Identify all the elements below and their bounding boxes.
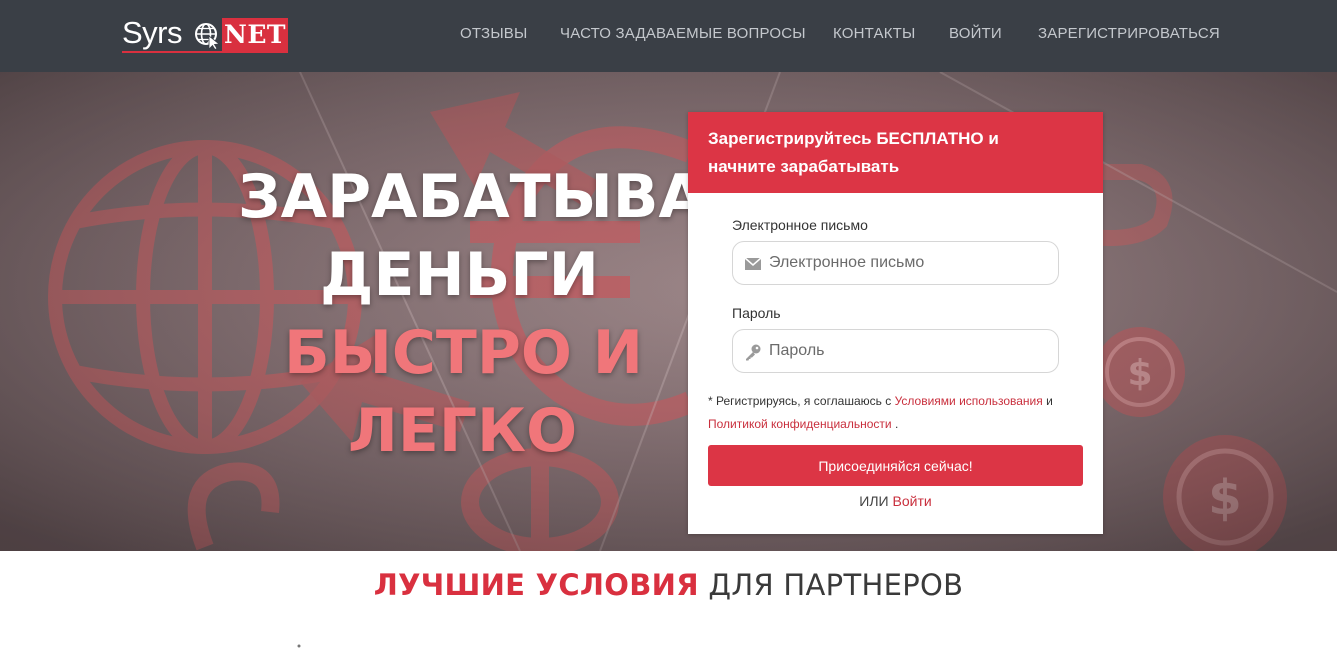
email-label: Электронное письмо xyxy=(732,217,868,233)
hero-headline: ЗАРАБАТЫВАЙ ДЕНЬГИ БЫСТРО И ЛЕГКО xyxy=(238,158,756,470)
hero-line-3: БЫСТРО И xyxy=(284,318,643,388)
hero-line-2: ДЕНЬГИ xyxy=(320,240,599,310)
hero-banner: $ $ ЗАРАБАТЫВАЙ ДЕНЬГИ БЫСТРО И ЛЕГКО xyxy=(0,72,1337,551)
top-navbar: Syrs NET ОТЗЫВЫ ЧАСТО ЗАДАВАЕМЫЕ ВОПРОСЫ… xyxy=(0,0,1337,72)
section-title-accent: ЛУЧШИЕ УСЛОВИЯ xyxy=(373,568,699,602)
nav-item-register[interactable]: ЗАРЕГИСТРИРОВАТЬСЯ xyxy=(1038,25,1220,42)
terms-prefix: * Регистрируясь, я соглашаюсь с xyxy=(708,394,892,408)
password-label: Пароль xyxy=(732,305,781,321)
terms-of-use-link[interactable]: Условиями использования xyxy=(895,394,1043,408)
section-title-rest: ДЛЯ ПАРТНЕРОВ xyxy=(708,568,964,602)
nav-item-reviews[interactable]: ОТЗЫВЫ xyxy=(460,25,527,42)
join-now-button[interactable]: Присоединяйся сейчас! xyxy=(708,445,1083,486)
email-input[interactable] xyxy=(769,242,1049,284)
nav-item-faq[interactable]: ЧАСТО ЗАДАВАЕМЫЕ ВОПРОСЫ xyxy=(560,25,806,42)
hero-line-1: ЗАРАБАТЫВАЙ xyxy=(238,162,756,232)
hero-line-4: ЛЕГКО xyxy=(348,396,578,466)
or-text: ИЛИ xyxy=(859,493,889,509)
nav-item-contacts[interactable]: КОНТАКТЫ xyxy=(833,25,916,42)
signup-card-header: Зарегистрируйтесь БЕСПЛАТНО и начните за… xyxy=(688,112,1103,193)
password-field[interactable] xyxy=(732,329,1059,373)
decorative-mark xyxy=(297,644,301,648)
terms-and: и xyxy=(1046,394,1053,408)
terms-suffix: . xyxy=(894,417,899,431)
signup-heading-line-1: Зарегистрируйтесь БЕСПЛАТНО и xyxy=(708,129,999,148)
terms-text: * Регистрируясь, я соглашаюсь с Условиям… xyxy=(708,390,1088,436)
privacy-policy-link[interactable]: Политикой конфиденциальности xyxy=(708,417,892,431)
key-icon xyxy=(746,344,761,361)
section-title: ЛУЧШИЕ УСЛОВИЯ ДЛЯ ПАРТНЕРОВ xyxy=(0,568,1337,602)
login-link[interactable]: Войти xyxy=(893,493,932,509)
signup-card: Зарегистрируйтесь БЕСПЛАТНО и начните за… xyxy=(688,112,1103,534)
email-field[interactable] xyxy=(732,241,1059,285)
or-login-line: ИЛИ Войти xyxy=(688,493,1103,509)
nav-item-login[interactable]: ВОЙТИ xyxy=(949,25,1002,42)
envelope-icon xyxy=(744,257,762,270)
signup-heading-line-2: начните зарабатывать xyxy=(708,157,900,176)
main-nav: ОТЗЫВЫ ЧАСТО ЗАДАВАЕМЫЕ ВОПРОСЫ КОНТАКТЫ… xyxy=(0,0,1337,72)
password-input[interactable] xyxy=(769,330,1049,372)
